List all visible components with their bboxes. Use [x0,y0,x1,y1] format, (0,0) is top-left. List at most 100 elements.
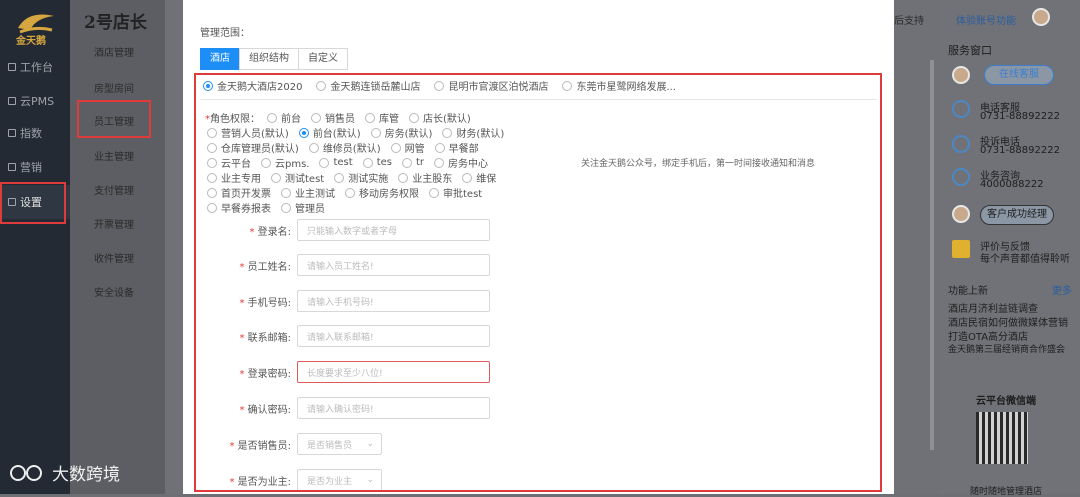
radio-icon[interactable] [207,172,217,183]
radio-icon[interactable] [316,80,327,91]
radio-icon[interactable] [562,80,573,91]
tab-custom[interactable]: 自定义 [298,48,348,70]
news-item[interactable]: 打造OTA高分酒店 [948,328,1028,343]
role-option[interactable]: 房务中心 [434,155,488,170]
role-option[interactable]: 早餐券报表 [207,200,271,215]
radio-icon[interactable] [207,202,217,213]
is-sales-select[interactable]: 是否销售员 ⌄ [297,433,382,455]
radio-icon[interactable] [398,172,409,183]
role-option[interactable]: 管理员 [281,200,325,215]
radio-icon[interactable] [462,172,473,183]
role-option[interactable]: tr [402,155,424,170]
radio-icon[interactable] [434,80,445,91]
email-input[interactable]: 请输入联系邮箱! [297,325,490,347]
role-option[interactable]: 维保 [462,170,496,185]
hotel-option[interactable]: 东莞市星鹭网络发展... [562,78,676,93]
radio-icon[interactable] [311,112,321,123]
radio-icon[interactable] [402,157,412,168]
radio-icon[interactable] [261,157,271,168]
user-avatar[interactable] [1032,8,1050,26]
radio-icon[interactable] [365,112,375,123]
nav-item-cloud-pms[interactable]: 云PMS [0,84,70,118]
page-scrollbar[interactable] [930,60,934,450]
subnav-invoice[interactable]: 开票管理 [94,216,134,231]
role-option[interactable]: 测试test [271,170,324,185]
role-option[interactable]: 前台(默认) [298,125,361,140]
radio-icon[interactable] [207,187,217,198]
role-option[interactable]: tes [362,155,392,170]
radio-icon[interactable] [207,157,217,168]
nav-item-marketing[interactable]: 营销 [0,150,70,184]
role-option[interactable]: 库管 [365,110,399,125]
radio-icon[interactable] [334,172,345,183]
success-manager-button[interactable]: 客户成功经理 [980,205,1054,225]
role-option[interactable]: 房务(默认) [370,125,432,140]
radio-icon[interactable] [203,80,213,91]
subnav-security[interactable]: 安全设备 [94,284,134,299]
subnav-mail[interactable]: 收件管理 [94,250,134,265]
staff-name-input[interactable]: 请输入员工姓名! [297,254,490,276]
role-option[interactable]: 网管 [390,140,425,155]
subnav-hotel[interactable]: 酒店管理 [94,44,134,59]
subnav-room-types[interactable]: 房型房间 [94,80,134,95]
radio-icon[interactable] [298,127,309,138]
radio-icon[interactable] [434,157,445,168]
role-option[interactable]: 财务(默认) [442,125,504,140]
is-owner-select[interactable]: 是否为业主 ⌄ [297,469,382,491]
radio-icon[interactable] [319,157,330,168]
radio-icon[interactable] [345,187,355,198]
news-item[interactable]: 酒店月济利益链调查 [948,300,1038,315]
hotel-option[interactable]: 金天鹅大酒店2020 [203,78,302,93]
hotel-option[interactable]: 昆明市官渡区泊悦酒店 [434,78,548,93]
password-input[interactable]: 长度要求至少八位! [297,361,490,383]
radio-icon[interactable] [281,202,291,213]
radio-icon[interactable] [442,127,453,138]
radio-icon[interactable] [267,112,277,123]
role-option[interactable]: 仓库管理员(默认) [207,140,299,155]
radio-icon[interactable] [271,172,281,183]
hotel-option[interactable]: 金天鹅连锁岳麓山店 [316,78,420,93]
role-option[interactable]: 销售员 [311,110,355,125]
radio-icon[interactable] [409,112,419,123]
role-option[interactable]: 业主股东 [398,170,452,185]
role-option[interactable]: 审批test [429,185,482,200]
role-option[interactable]: 移动房务权限 [345,185,419,200]
radio-icon[interactable] [434,142,445,153]
radio-icon[interactable] [362,157,373,168]
online-service-button[interactable]: 在线客服 [984,65,1054,85]
role-option[interactable]: test [319,155,353,170]
role-option[interactable]: 前台 [267,110,301,125]
role-option[interactable]: 测试实施 [334,170,388,185]
news-more-link[interactable]: 更多 [1052,282,1072,297]
role-option[interactable]: 业主测试 [281,185,335,200]
radio-icon[interactable] [281,187,291,198]
role-option[interactable]: 早餐部 [434,140,479,155]
confirm-password-input[interactable]: 请输入确认密码! [297,397,490,419]
nav-item-workbench[interactable]: 工作台 [0,50,70,84]
role-option[interactable]: 业主专用 [207,170,261,185]
support-link[interactable]: 后支持 [894,12,924,27]
phone-input[interactable]: 请输入手机号码! [297,290,490,312]
role-option[interactable]: 首页开发票 [207,185,271,200]
nav-item-index[interactable]: 指数 [0,116,70,150]
role-option[interactable]: 店长(默认) [409,110,471,125]
role-option[interactable]: 云pms. [261,155,309,170]
radio-icon[interactable] [308,142,319,153]
trial-account-link[interactable]: 体验账号功能 [956,12,1016,27]
news-item[interactable]: 酒店民宿如何做微媒体营销 [948,314,1068,329]
subnav-owners[interactable]: 业主管理 [94,148,134,163]
radio-icon[interactable] [207,142,217,153]
tab-organization[interactable]: 组织结构 [239,48,299,70]
radio-icon[interactable] [207,127,217,138]
news-item[interactable]: 金天鹅第三届经销商合作盛会 [948,342,1065,355]
role-option[interactable]: 云平台 [207,155,251,170]
radio-icon[interactable] [370,127,381,138]
radio-icon[interactable] [390,142,401,153]
role-option[interactable]: 维修员(默认) [308,140,381,155]
subnav-payment[interactable]: 支付管理 [94,182,134,197]
logo-text: 金天鹅 [16,36,46,47]
role-option[interactable]: 营销人员(默认) [207,125,289,140]
tab-hotel[interactable]: 酒店 [200,48,240,70]
login-name-input[interactable]: 只能输入数字或者字母 [297,219,490,241]
radio-icon[interactable] [429,187,439,198]
